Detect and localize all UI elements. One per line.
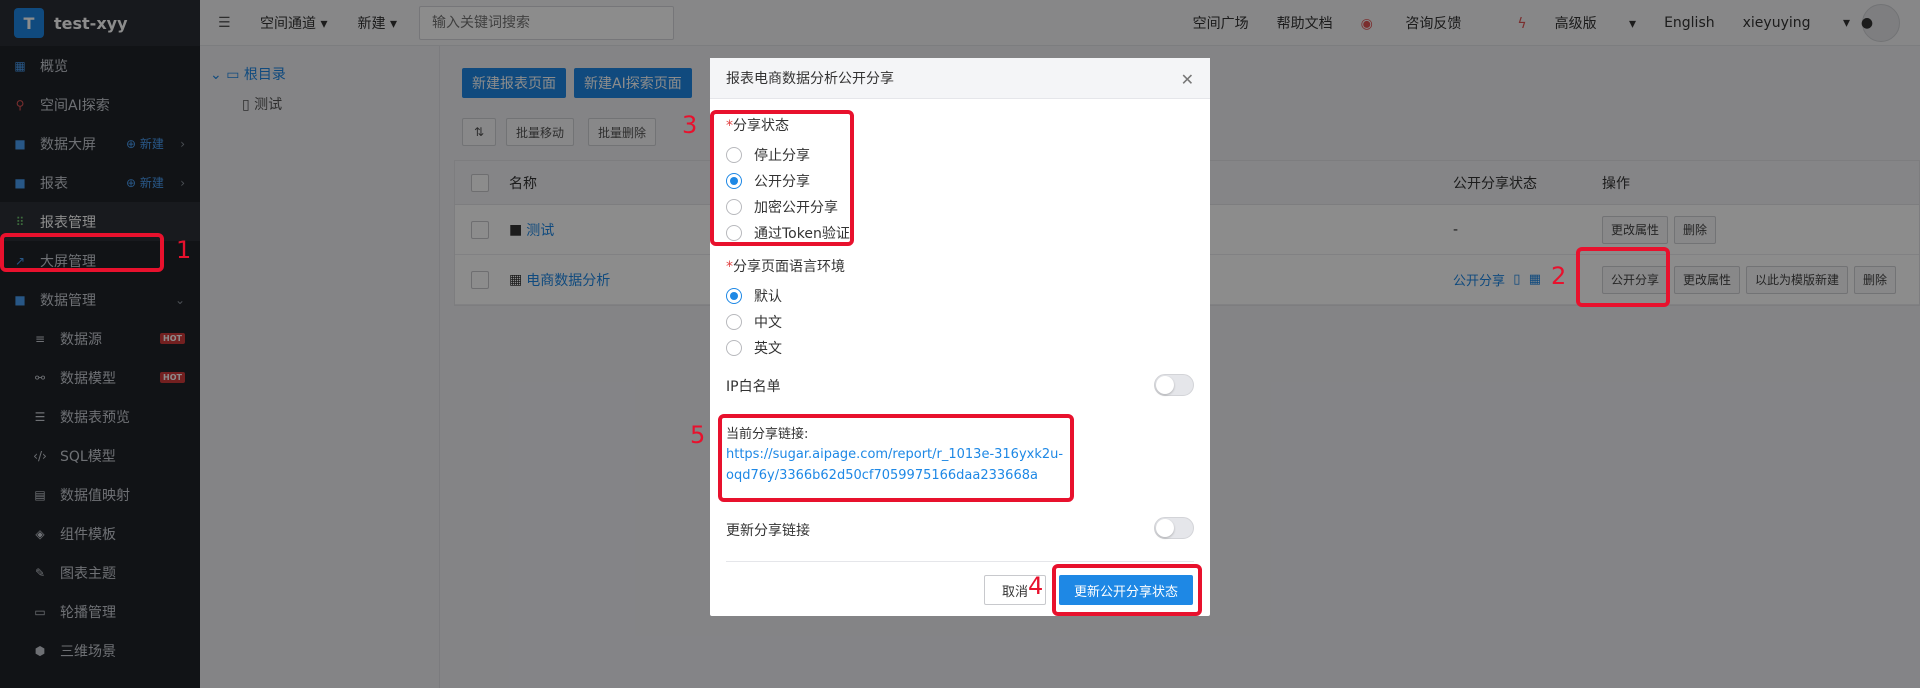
annotation-number-4: 4 <box>1028 572 1044 600</box>
annotation-box-3 <box>710 110 854 246</box>
annotation-box-1 <box>0 233 164 272</box>
annotation-box-4 <box>1052 564 1202 616</box>
dialog-title: 报表电商数据分析公开分享 <box>726 71 894 87</box>
close-icon[interactable]: ✕ <box>1181 70 1194 89</box>
lang-option-default[interactable]: 默认 <box>726 286 782 306</box>
dialog-header: 报表电商数据分析公开分享 ✕ <box>710 58 1210 99</box>
annotation-number-2: 2 <box>1551 262 1567 290</box>
share-dialog: 报表电商数据分析公开分享 ✕ *分享状态 停止分享 公开分享 加密公开分享 通过… <box>682 58 1210 616</box>
update-link-toggle[interactable] <box>1154 517 1194 539</box>
annotation-box-5 <box>718 414 1074 502</box>
ip-whitelist-label: IP白名单 <box>726 379 781 395</box>
lang-option-english[interactable]: 英文 <box>726 338 782 358</box>
update-link-label: 更新分享链接 <box>726 523 810 539</box>
dialog-divider <box>726 561 1194 562</box>
annotation-number-5: 5 <box>690 421 706 449</box>
lang-option-chinese[interactable]: 中文 <box>726 312 782 332</box>
annotation-number-1: 1 <box>176 236 192 264</box>
language-label: *分享页面语言环境 <box>726 259 845 275</box>
ip-whitelist-toggle[interactable] <box>1154 374 1194 396</box>
annotation-box-2 <box>1576 247 1670 307</box>
radio-button[interactable] <box>726 314 742 330</box>
annotation-number-3: 3 <box>682 111 698 139</box>
radio-button-checked[interactable] <box>726 288 742 304</box>
radio-button[interactable] <box>726 340 742 356</box>
